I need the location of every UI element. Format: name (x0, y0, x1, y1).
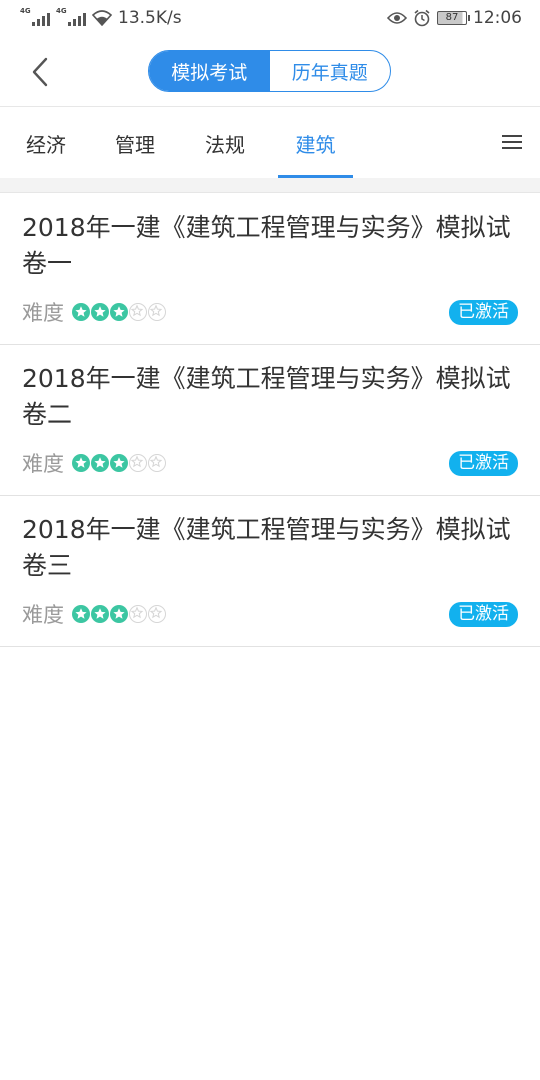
clock: 12:06 (473, 8, 522, 28)
status-badge: 已激活 (449, 602, 518, 627)
star-filled-icon (72, 605, 90, 623)
network-speed: 13.5K/s (118, 8, 182, 28)
chevron-left-icon (32, 57, 48, 87)
difficulty-rating: 难度 (22, 599, 167, 629)
star-filled-icon (91, 605, 109, 623)
exam-title: 2018年一建《建筑工程管理与实务》模拟试卷一 (22, 213, 511, 278)
battery-icon: 87 (437, 11, 470, 25)
star-filled-icon (110, 605, 128, 623)
difficulty-rating: 难度 (22, 448, 167, 478)
signal-icon: 4G (20, 7, 50, 26)
star-empty-icon (129, 303, 147, 321)
exam-title: 2018年一建《建筑工程管理与实务》模拟试卷三 (22, 515, 511, 580)
app-header: 模拟考试 历年真题 (0, 36, 540, 107)
menu-icon[interactable] (502, 132, 522, 152)
star-filled-icon (110, 303, 128, 321)
battery-level: 87 (445, 12, 459, 23)
star-rating (72, 454, 167, 472)
tab-management[interactable]: 管理 (99, 108, 171, 178)
star-filled-icon (91, 454, 109, 472)
exam-title: 2018年一建《建筑工程管理与实务》模拟试卷二 (22, 364, 511, 429)
star-empty-icon (148, 454, 166, 472)
difficulty-label: 难度 (22, 301, 64, 325)
star-filled-icon (91, 303, 109, 321)
segment-mock-exam[interactable]: 模拟考试 (149, 51, 270, 91)
exam-list: 2018年一建《建筑工程管理与实务》模拟试卷一 难度 已激活 2018年一建《建… (0, 194, 540, 647)
mode-switch: 模拟考试 历年真题 (148, 50, 391, 92)
category-tabs: 经济 管理 法规 建筑 (0, 108, 540, 178)
star-empty-icon (129, 605, 147, 623)
difficulty-label: 难度 (22, 603, 64, 627)
signal-icon: 4G (56, 7, 86, 26)
star-rating (72, 605, 167, 623)
network-type-label: 4G (20, 7, 31, 15)
list-item[interactable]: 2018年一建《建筑工程管理与实务》模拟试卷一 难度 已激活 (0, 194, 540, 345)
star-filled-icon (110, 454, 128, 472)
segment-past-papers[interactable]: 历年真题 (270, 51, 391, 91)
network-type-label: 4G (56, 7, 67, 15)
star-empty-icon (148, 605, 166, 623)
status-badge: 已激活 (449, 300, 518, 325)
star-rating (72, 303, 167, 321)
divider (0, 178, 540, 193)
status-left: 4G 4G 13.5K/s (20, 7, 182, 28)
eye-icon (387, 12, 407, 24)
tab-economy[interactable]: 经济 (10, 108, 82, 178)
difficulty-label: 难度 (22, 452, 64, 476)
status-right: 87 12:06 (387, 8, 522, 28)
difficulty-rating: 难度 (22, 297, 167, 327)
status-badge: 已激活 (449, 451, 518, 476)
star-filled-icon (72, 303, 90, 321)
tab-regulations[interactable]: 法规 (189, 108, 261, 178)
back-button[interactable] (22, 52, 58, 92)
status-bar: 4G 4G 13.5K/s 87 12:06 (0, 0, 540, 36)
list-item[interactable]: 2018年一建《建筑工程管理与实务》模拟试卷二 难度 已激活 (0, 345, 540, 496)
alarm-icon (414, 9, 430, 27)
wifi-icon (92, 10, 112, 26)
tab-construction[interactable]: 建筑 (278, 108, 353, 178)
list-item[interactable]: 2018年一建《建筑工程管理与实务》模拟试卷三 难度 已激活 (0, 496, 540, 647)
star-filled-icon (72, 454, 90, 472)
star-empty-icon (129, 454, 147, 472)
star-empty-icon (148, 303, 166, 321)
